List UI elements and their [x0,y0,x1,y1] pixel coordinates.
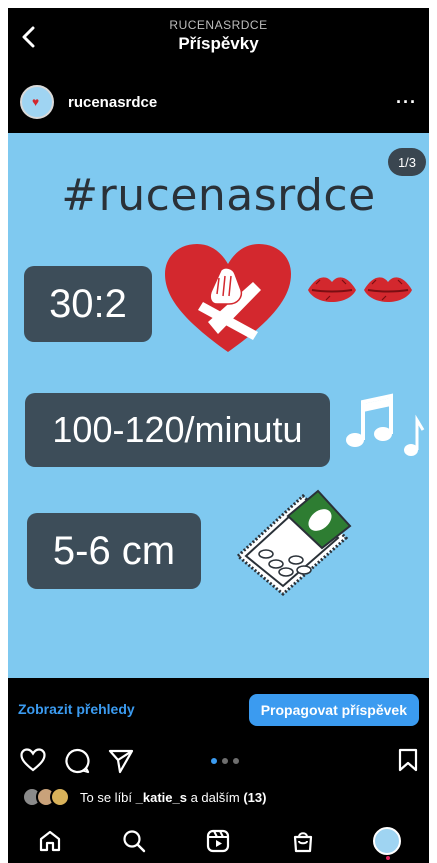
carousel-dot [222,758,228,764]
insights-bar: Zobrazit přehledy Propagovat příspěvek [8,684,429,734]
depth-pill: 5-6 cm [27,513,201,589]
nav-profile[interactable] [367,821,407,861]
liker-avatar [50,787,70,807]
account-name-caps: RUCENASRDCE [169,18,268,32]
home-icon [39,830,61,851]
more-options-button[interactable]: ··· [396,92,417,113]
likes-prefix: To se líbí [80,789,136,805]
profile-avatar [372,826,401,860]
promote-post-button[interactable]: Propagovat příspěvek [248,694,419,726]
nav-home[interactable] [30,821,70,861]
search-icon [123,829,146,852]
likes-text: To se líbí _katie_s a dalším (13) [80,790,266,805]
top-header: RUCENASRDCE Příspěvky [8,8,429,68]
active-indicator-dot [385,855,390,860]
ratio-pill: 30:2 [24,266,152,342]
author-avatar[interactable]: ♥ [20,85,54,119]
view-insights-link[interactable]: Zobrazit přehledy [18,701,135,717]
likes-summary[interactable]: To se líbí _katie_s a dalším (13) [8,784,429,810]
liker-avatars [22,787,70,807]
bookmark-icon[interactable] [398,748,418,772]
header-titles: RUCENASRDCE Příspěvky [8,18,429,54]
nav-reels[interactable] [198,821,238,861]
cpr-pocket-mask-icon [235,489,352,596]
nav-search[interactable] [114,821,154,861]
author-username[interactable]: rucenasrdce [68,94,157,111]
music-notes-icon [346,393,425,456]
post-actions [8,738,429,782]
page-title: Příspěvky [178,34,259,53]
post-author-row: ♥ rucenasrdce ··· [8,78,429,126]
bottom-navigation [8,818,429,863]
liker-username[interactable]: _katie_s [136,790,187,805]
carousel-dot-active [211,758,217,764]
nav-shop[interactable] [283,821,323,861]
comment-icon[interactable] [64,748,90,774]
likes-middle: a dalším [186,789,244,805]
heart-logo-icon: ♥ [32,95,40,109]
carousel-dot [233,758,239,764]
likes-count[interactable]: (13) [243,790,266,805]
heart-hands-icon [165,244,291,352]
reels-icon [207,829,230,852]
send-icon[interactable] [108,748,134,774]
heart-outline-icon[interactable] [20,748,46,772]
phone-screen: RUCENASRDCE Příspěvky ♥ rucenasrdce ··· … [8,8,429,863]
kiss-lips-icon [308,277,356,302]
kiss-lips-icon [364,277,412,302]
rate-pill: 100-120/minutu [25,393,330,467]
carousel-indicator [211,758,239,764]
shop-icon [293,831,312,852]
image-hashtag-text: #rucenasrdce [61,170,376,221]
